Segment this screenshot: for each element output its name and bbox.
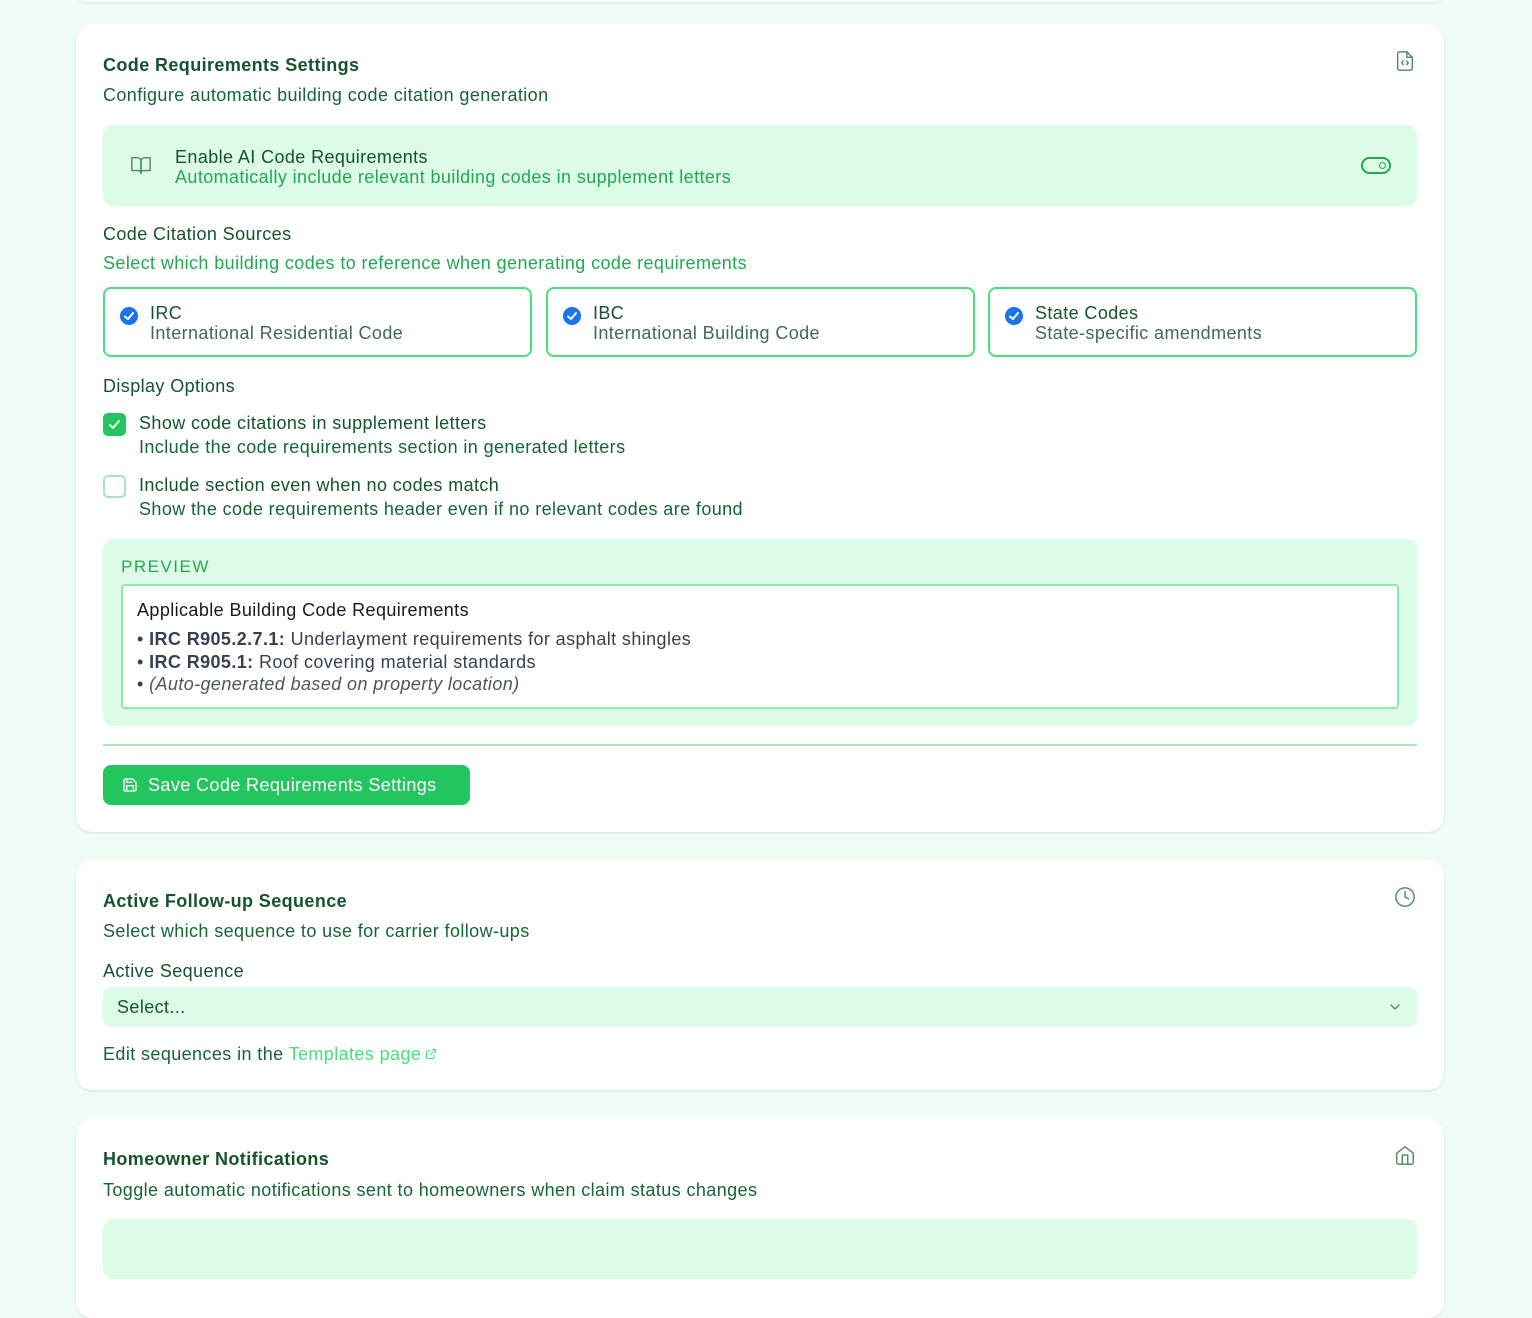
include-empty-section-checkbox[interactable] [103,475,126,498]
hint-text: Edit sequences in the [103,1044,289,1064]
display-options-label: Display Options [103,376,236,396]
card-subtitle: Configure automatic building code citati… [103,85,549,105]
source-option-ibc[interactable]: IBC International Building Code [546,287,975,357]
enable-ai-code-row: Enable AI Code Requirements Automaticall… [103,125,1417,206]
preview-item: • IRC R905.2.7.1: Underlayment requireme… [137,629,692,649]
ibc-checkbox[interactable] [563,307,581,325]
active-sequence-label: Active Sequence [103,961,245,981]
source-name: IBC [593,303,625,323]
source-description: International Building Code [593,323,820,343]
source-name: IRC [150,303,183,323]
templates-page-link[interactable]: Templates page [289,1044,422,1064]
preview-label: PREVIEW [121,557,210,576]
source-description: International Residential Code [150,323,404,343]
book-open-icon [130,154,152,176]
enable-ai-code-description: Automatically include relevant building … [175,167,732,187]
divider [103,744,1417,746]
source-description: State-specific amendments [1035,323,1263,343]
select-value: Select... [117,997,186,1017]
toggle-knob [1379,162,1386,169]
save-code-requirements-button[interactable]: Save Code Requirements Settings [103,765,470,805]
state-codes-checkbox[interactable] [1005,307,1023,325]
card-title: Active Follow-up Sequence [103,891,348,911]
notification-panel [103,1219,1417,1279]
code-requirements-card: Code Requirements Settings Configure aut… [76,24,1444,832]
chevron-down-icon [1390,1004,1400,1010]
follow-up-card: Active Follow-up Sequence Select which s… [76,860,1444,1090]
irc-checkbox[interactable] [120,307,138,325]
edit-sequences-hint: Edit sequences in the Templates page [103,1044,437,1065]
home-icon [1394,1144,1416,1166]
previous-card [76,0,1444,2]
include-empty-section-description: Show the code requirements header even i… [139,499,743,519]
homeowner-notifications-card: Homeowner Notifications Toggle automatic… [76,1118,1444,1318]
enable-ai-code-toggle[interactable] [1361,157,1391,174]
preview-panel: PREVIEW Applicable Building Code Require… [103,539,1417,726]
show-citations-title: Show code citations in supplement letter… [139,413,487,433]
card-title: Code Requirements Settings [103,55,360,75]
source-option-state-codes[interactable]: State Codes State-specific amendments [988,287,1417,357]
preview-box: Applicable Building Code Requirements • … [121,584,1399,709]
show-citations-checkbox[interactable] [103,413,126,436]
clock-icon [1394,886,1416,908]
include-empty-section-title: Include section even when no codes match [139,475,500,495]
enable-ai-code-title: Enable AI Code Requirements [175,147,428,167]
preview-item: • IRC R905.1: Roof covering material sta… [137,652,536,672]
source-option-irc[interactable]: IRC International Residential Code [103,287,532,357]
save-icon [123,778,137,792]
preview-item: • (Auto-generated based on property loca… [137,674,520,694]
card-subtitle: Select which sequence to use for carrier… [103,921,530,941]
show-citations-description: Include the code requirements section in… [139,437,626,457]
preview-heading: Applicable Building Code Requirements [137,600,469,620]
external-link-icon[interactable] [425,1048,437,1060]
sources-description: Select which building codes to reference… [103,253,747,273]
active-sequence-select[interactable]: Select... [103,987,1417,1027]
sources-label: Code Citation Sources [103,224,292,244]
card-title: Homeowner Notifications [103,1149,330,1169]
save-button-label: Save Code Requirements Settings [148,775,437,795]
file-code-icon [1394,50,1416,72]
card-subtitle: Toggle automatic notifications sent to h… [103,1180,758,1200]
source-name: State Codes [1035,303,1139,323]
